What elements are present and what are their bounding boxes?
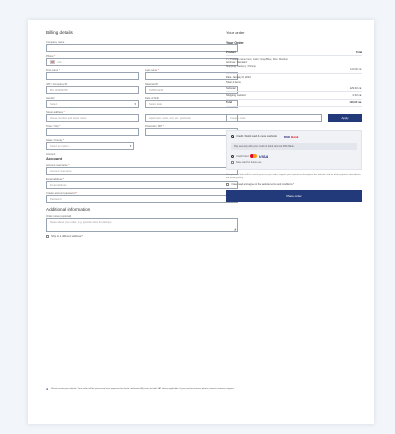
- terms-row: I have read and agree to the website ter…: [226, 183, 362, 187]
- coupon-input[interactable]: Coupon code: [226, 113, 322, 122]
- vat-row: VAT / Company ID BG 123456789 National I…: [46, 83, 238, 94]
- phone-field: Phone * +44: [46, 55, 238, 66]
- vat-input[interactable]: BG 123456789: [46, 86, 139, 94]
- city-input[interactable]: [46, 128, 139, 136]
- postcode-input[interactable]: [145, 128, 238, 136]
- ship-different-label: Ship to a different address?: [51, 235, 83, 238]
- phone-prefix: +44: [57, 60, 62, 64]
- footer-note-text: Please review your details. Your order w…: [51, 388, 235, 390]
- privacy-text: Your personal data will be used to proce…: [226, 173, 361, 179]
- save-card-label: Save card for future use: [236, 160, 262, 164]
- name-row: First name * Last name *: [46, 69, 238, 80]
- first-name-input[interactable]: [46, 72, 139, 80]
- country-select[interactable]: Select an option...: [46, 142, 135, 150]
- city-row: Town / City * Postcode / ZIP *: [46, 125, 238, 136]
- username-input[interactable]: Account username: [46, 167, 238, 175]
- billing-column: Billing details Company name Phone * +44…: [46, 30, 238, 238]
- phone-input[interactable]: +44: [46, 58, 238, 66]
- card-radio[interactable]: [231, 154, 235, 158]
- flag-icon[interactable]: [50, 60, 55, 64]
- order-meta: Date: January 8, 2024 Total: 2 items: [226, 74, 362, 85]
- email-input[interactable]: Email address: [46, 181, 238, 189]
- street-input[interactable]: House number and street name: [46, 114, 139, 122]
- coupon-row: Coupon code Apply: [226, 113, 362, 122]
- resize-grip-icon[interactable]: ◢: [234, 227, 236, 231]
- order-item: 1 × Product name here, Color: Gray/Blue,…: [226, 56, 362, 75]
- place-order-button[interactable]: Place order: [226, 190, 362, 203]
- street-field: Street address * House number and street…: [46, 111, 238, 122]
- ship-different-row: Ship to a different address?: [46, 235, 238, 238]
- subtotal-row: Subtotal 129.00 лв.: [226, 85, 362, 93]
- payment-method-option[interactable]: Credit / Debit card & more methods DSK B…: [231, 135, 357, 139]
- footer-note: ● Please review your details. Your order…: [46, 387, 362, 391]
- bullet-icon: ●: [46, 387, 49, 391]
- national-id-input[interactable]: 9105011234: [145, 86, 238, 94]
- street2-input[interactable]: Apartment, suite, unit, etc. (optional): [145, 114, 238, 122]
- dob-input[interactable]: Select date: [145, 100, 238, 108]
- order-table-header: Product Total: [226, 49, 362, 57]
- company-field: Company name: [46, 41, 238, 52]
- billing-title: Billing details: [46, 30, 73, 35]
- terms-label: I have read and agree to the website ter…: [231, 183, 295, 187]
- save-card-row: Save card for future use: [231, 160, 357, 164]
- col-product: Product: [226, 50, 236, 54]
- subtotal-label: Subtotal: [226, 86, 236, 90]
- gender-dob-row: Gender Select ▾ Date of birth Select dat…: [46, 97, 238, 108]
- username-field: Account username * Account username: [46, 164, 238, 175]
- visa-logo: VISA: [258, 153, 269, 159]
- col-total: Total: [355, 50, 362, 54]
- bank-logo: DSK Bank: [283, 134, 299, 139]
- notes-placeholder: Notes about your order, e.g. special not…: [50, 221, 112, 224]
- total-label: Total: [226, 101, 233, 105]
- password-input[interactable]: Password: [46, 195, 238, 203]
- payment-method-label: Credit / Debit card & more methods: [236, 135, 277, 139]
- order-subtitle: Your Order: [226, 41, 244, 45]
- password-field: Create account password * Password ●: [46, 192, 238, 203]
- card-label: Credit Card: [236, 154, 249, 158]
- account-heading: Account: [46, 156, 62, 161]
- page-background: Billing details Company name Phone * +44…: [0, 0, 395, 434]
- order-title: Your order: [226, 30, 245, 35]
- company-input[interactable]: [46, 44, 238, 52]
- payment-box: Credit / Debit card & more methods DSK B…: [226, 129, 362, 170]
- notes-textarea[interactable]: Notes about your order, e.g. special not…: [46, 218, 238, 232]
- shipping-label: Shipping method: [226, 94, 246, 98]
- mastercard-icon: [250, 154, 257, 159]
- last-name-input[interactable]: [145, 72, 238, 80]
- email-field: Email address * Email address: [46, 178, 238, 189]
- subtotal-value: 129.00 лв.: [349, 86, 362, 90]
- terms-checkbox[interactable]: [226, 183, 229, 187]
- apply-coupon-button[interactable]: Apply: [328, 113, 362, 122]
- total-value: 129.00 лв.: [349, 101, 362, 105]
- ship-different-checkbox[interactable]: [46, 235, 49, 238]
- shipping-value: 0.00 лв.: [352, 94, 362, 98]
- shipping-row: Shipping method 0.00 лв.: [226, 92, 362, 100]
- card-row[interactable]: Credit Card VISA: [231, 154, 357, 159]
- checkout-sheet: Billing details Company name Phone * +44…: [28, 20, 374, 424]
- chevron-down-icon: ▾: [134, 102, 136, 107]
- notes-field: Order notes (optional) Notes about your …: [46, 215, 238, 232]
- save-card-checkbox[interactable]: [231, 160, 234, 164]
- meta-line: Total: 2 items: [226, 80, 241, 84]
- additional-title: Additional information: [46, 207, 91, 212]
- total-row: Total 129.00 лв.: [226, 100, 362, 107]
- country-field: State / County * Select an option... ▾: [46, 139, 135, 150]
- item-price: 129.00 лв.: [350, 67, 362, 71]
- meta-line: Date: January 8, 2024: [226, 75, 251, 79]
- gender-select[interactable]: Select: [46, 100, 139, 108]
- payment-description: Pay securely with your credit or debit c…: [231, 142, 357, 150]
- payment-radio[interactable]: [231, 135, 235, 139]
- chevron-down-icon: ▾: [129, 144, 132, 149]
- order-column: Your order Your Order Product Total 1 × …: [226, 30, 362, 203]
